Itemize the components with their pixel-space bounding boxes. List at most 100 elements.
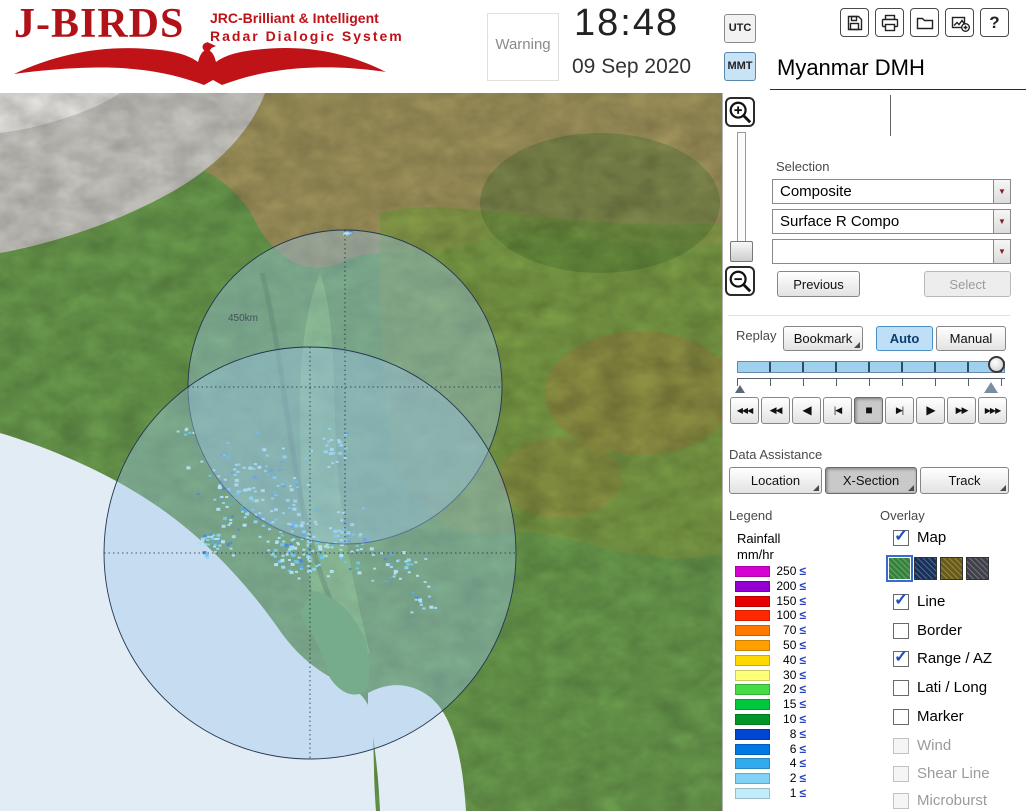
auto-mode-button[interactable]: Auto	[876, 326, 933, 351]
category-combo[interactable]: Composite ▼	[772, 179, 1011, 204]
legend-row-label: 70 ≤	[774, 623, 806, 637]
track-button[interactable]: Track	[920, 467, 1009, 494]
timeline-thumb[interactable]	[988, 356, 1005, 373]
printer-icon	[881, 14, 898, 32]
export-image-button[interactable]	[945, 8, 974, 37]
legend-color-swatch	[735, 655, 770, 666]
legend-operator: ≤	[799, 653, 806, 667]
utc-button[interactable]: UTC	[724, 14, 756, 43]
rewind-button[interactable]: ◀◀	[761, 397, 790, 424]
legend-value: 1	[789, 786, 797, 800]
overlay-label: Overlay	[880, 508, 925, 523]
legend-value: 10	[783, 712, 797, 726]
zoom-in-button[interactable]	[725, 97, 755, 127]
map-style-green-terrain[interactable]	[886, 555, 913, 582]
overlay-option-label: Wind	[917, 737, 952, 754]
legend-color-swatch	[735, 640, 770, 651]
overlay-checkbox-line[interactable]: ✓	[893, 590, 909, 610]
overlay-option-label: Microburst	[917, 792, 988, 809]
check-icon: ✓	[894, 526, 909, 545]
legend-operator: ≤	[799, 727, 806, 741]
legend-unit: mm/hr	[737, 547, 774, 562]
overlay-option-label: Map	[917, 529, 947, 546]
previous-button[interactable]: Previous	[777, 271, 860, 297]
station-list-divider	[890, 95, 891, 136]
overlay-option-label: Border	[917, 622, 963, 639]
map-panel-divider	[722, 93, 723, 811]
legend-row-label: 2 ≤	[774, 772, 806, 784]
map-style-navy-terrain[interactable]	[914, 557, 937, 580]
legend-value: 30	[783, 668, 797, 682]
legend-row-label: 150 ≤	[774, 595, 806, 607]
overlay-checkbox-range-az[interactable]: ✓	[893, 647, 909, 667]
check-icon: ✓	[894, 647, 909, 666]
overlay-option-label: Shear Line	[917, 765, 990, 782]
rewind-full-button[interactable]: ◀◀◀	[730, 397, 759, 424]
legend-value: 15	[783, 697, 797, 711]
mmt-button[interactable]: MMT	[724, 52, 756, 81]
chevron-down-icon[interactable]: ▼	[993, 180, 1010, 203]
legend-color-swatch	[735, 684, 770, 695]
legend-row-label: 6 ≤	[774, 743, 806, 755]
overlay-checkbox-map[interactable]: ✓	[893, 526, 909, 546]
magnifier-plus-icon	[729, 101, 752, 124]
legend-label: Legend	[729, 508, 773, 523]
legend-color-swatch	[735, 714, 770, 725]
map-style-gray-terrain[interactable]	[966, 557, 989, 580]
overlay-checkbox-microburst	[893, 793, 909, 809]
station-list[interactable]	[770, 91, 1026, 140]
zoom-slider-thumb[interactable]	[730, 241, 753, 262]
radar-range-circle-south	[103, 346, 517, 760]
timeline-ruler[interactable]	[735, 378, 1005, 394]
forward-full-button[interactable]: ▶▶▶	[978, 397, 1007, 424]
legend-color-swatch	[735, 773, 770, 784]
overlay-checkbox-marker[interactable]	[893, 709, 909, 725]
legend-operator: ≤	[799, 786, 806, 800]
legend-row-label: 8 ≤	[774, 727, 806, 741]
legend-row-label: 100 ≤	[774, 609, 806, 621]
bookmark-button[interactable]: Bookmark	[783, 326, 863, 351]
legend-color-swatch	[735, 625, 770, 636]
option-combo[interactable]: ▼	[772, 239, 1011, 264]
station-title: Myanmar DMH	[777, 55, 925, 80]
product-combo[interactable]: Surface R Compo ▼	[772, 209, 1011, 234]
overlay-checkbox-border[interactable]	[893, 623, 909, 639]
stop-button[interactable]: ■	[854, 397, 883, 424]
manual-mode-button[interactable]: Manual	[936, 326, 1006, 351]
legend-color-swatch	[735, 758, 770, 769]
range-label: 450km	[228, 313, 258, 324]
legend-operator: ≤	[799, 564, 806, 578]
legend-row-label: 10 ≤	[774, 712, 806, 726]
chevron-down-icon[interactable]: ▼	[993, 210, 1010, 233]
fast-forward-button[interactable]: ▶▶	[947, 397, 976, 424]
zoom-out-button[interactable]	[725, 266, 755, 296]
map-style-olive-terrain[interactable]	[940, 557, 963, 580]
step-back-button[interactable]: |◀	[823, 397, 852, 424]
play-button[interactable]: ▶	[916, 397, 945, 424]
step-forward-button[interactable]: ▶|	[885, 397, 914, 424]
legend-color-swatch	[735, 581, 770, 592]
overlay-checkbox-lati-long[interactable]	[893, 680, 909, 696]
replay-label: Replay	[736, 328, 777, 343]
legend-operator: ≤	[799, 638, 806, 652]
play-reverse-button[interactable]: ◀	[792, 397, 821, 424]
export-icon	[951, 16, 970, 32]
save-button[interactable]	[840, 8, 869, 37]
chevron-down-icon[interactable]: ▼	[993, 240, 1010, 263]
timeline-loaded-bar[interactable]	[737, 361, 1005, 373]
combo-value: Surface R Compo	[780, 213, 900, 230]
location-button[interactable]: Location	[729, 467, 822, 494]
overlay-option-label: Lati / Long	[917, 679, 988, 696]
legend-operator: ≤	[799, 623, 806, 637]
help-button[interactable]: ?	[980, 8, 1009, 37]
select-button[interactable]: Select	[924, 271, 1011, 297]
print-button[interactable]	[875, 8, 904, 37]
title-underline	[770, 89, 1026, 90]
open-file-button[interactable]	[910, 8, 939, 37]
legend-operator: ≤	[799, 697, 806, 711]
ruler-position-marker[interactable]	[984, 382, 998, 393]
x-section-button[interactable]: X-Section	[825, 467, 917, 494]
overlay-option-label: Line	[917, 593, 946, 610]
radar-map[interactable]: 450km	[0, 93, 722, 811]
legend-row-label: 15 ≤	[774, 697, 806, 711]
